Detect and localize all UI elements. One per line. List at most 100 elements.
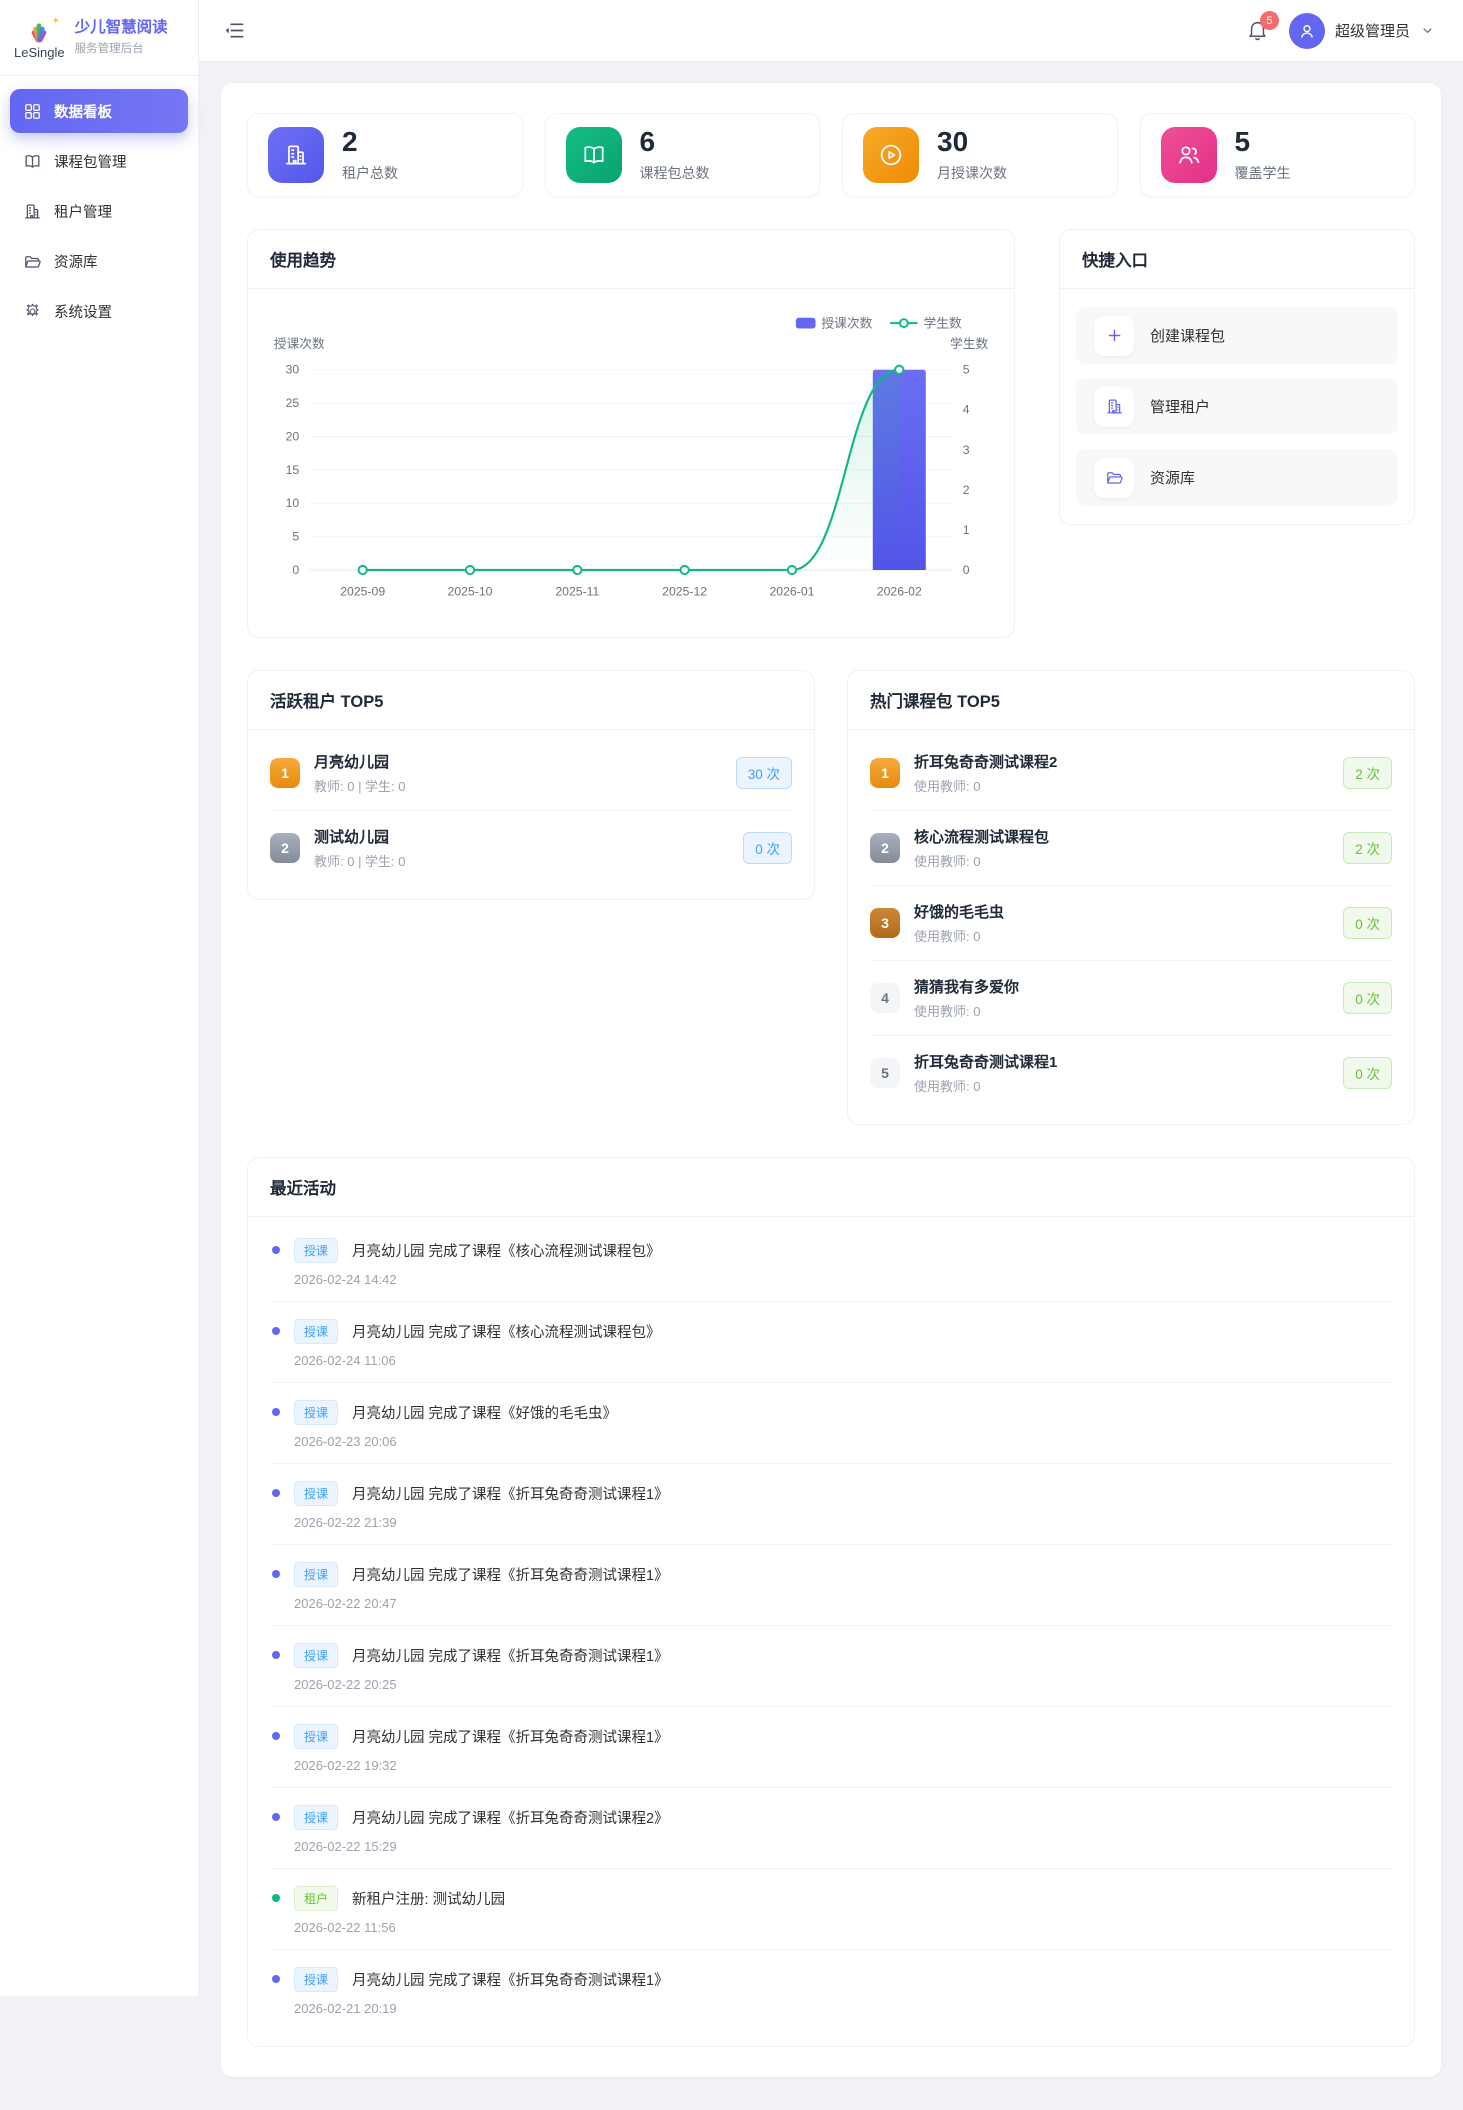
svg-text:2026-02: 2026-02 bbox=[877, 584, 922, 598]
svg-text:1: 1 bbox=[963, 523, 970, 537]
sidebar-item-gear[interactable]: 系统设置 bbox=[10, 289, 188, 333]
activity-text: 月亮幼儿园 完成了课程《折耳兔奇奇测试课程1》 bbox=[352, 1486, 669, 1503]
sidebar-item-book[interactable]: 课程包管理 bbox=[10, 139, 188, 183]
item-name: 核心流程测试课程包 bbox=[914, 828, 1050, 846]
rank-badge: 1 bbox=[270, 757, 300, 788]
activity-item: 授课 月亮幼儿园 完成了课程《折耳兔奇奇测试课程2》 2026-02-22 15:2… bbox=[270, 1788, 1392, 1869]
activity-dot bbox=[272, 1246, 280, 1255]
activity-dot bbox=[272, 1408, 280, 1417]
item-name: 折耳兔奇奇测试课程1 bbox=[914, 1053, 1058, 1071]
stat-value: 30 bbox=[937, 126, 969, 158]
quick-entry-item[interactable]: 创建课程包 bbox=[1076, 307, 1398, 364]
svg-text:5: 5 bbox=[292, 530, 299, 544]
sidebar-item-folder[interactable]: 资源库 bbox=[10, 239, 188, 283]
play-icon bbox=[863, 127, 919, 183]
activity-item: 租户 新租户注册: 测试幼儿园 2026-02-22 11:56 bbox=[270, 1869, 1392, 1950]
building-icon bbox=[23, 202, 42, 221]
rank-badge: 2 bbox=[870, 832, 900, 863]
rank-badge: 5 bbox=[870, 1057, 900, 1088]
activity-tag: 授课 bbox=[294, 1318, 339, 1344]
stat-label: 月授课次数 bbox=[937, 164, 1007, 181]
rank-badge: 3 bbox=[870, 907, 900, 938]
app-subtitle: 服务管理后台 bbox=[74, 43, 144, 56]
usage-trend-title: 使用趋势 bbox=[248, 230, 1014, 289]
activity-item: 授课 月亮幼儿园 完成了课程《折耳兔奇奇测试课程1》 2026-02-22 19:3… bbox=[270, 1707, 1392, 1788]
activity-dot bbox=[272, 1975, 280, 1984]
svg-text:20: 20 bbox=[286, 429, 300, 443]
list-item: 1 月亮幼儿园 教师: 0 | 学生: 0 30 次 bbox=[270, 736, 792, 811]
activity-text: 月亮幼儿园 完成了课程《核心流程测试课程包》 bbox=[352, 1324, 661, 1341]
sidebar-menu: 数据看板课程包管理租户管理资源库系统设置 bbox=[0, 76, 198, 352]
notification-badge: 5 bbox=[1259, 11, 1279, 30]
folder-icon bbox=[23, 252, 42, 271]
activity-text: 月亮幼儿园 完成了课程《折耳兔奇奇测试课程1》 bbox=[352, 1972, 669, 1989]
item-name: 月亮幼儿园 bbox=[314, 753, 390, 771]
active-tenants-list: 1 月亮幼儿园 教师: 0 | 学生: 0 30 次 2 测试幼儿园 教师: 0 | 学生:… bbox=[248, 730, 814, 899]
item-name: 猜猜我有多爱你 bbox=[914, 978, 1020, 996]
activity-dot bbox=[272, 1651, 280, 1660]
activity-text: 月亮幼儿园 完成了课程《好饿的毛毛虫》 bbox=[352, 1405, 618, 1422]
quick-entry-label: 创建课程包 bbox=[1150, 328, 1226, 345]
activity-text: 月亮幼儿园 完成了课程《核心流程测试课程包》 bbox=[352, 1243, 661, 1260]
svg-text:2025-10: 2025-10 bbox=[448, 584, 493, 598]
plus-icon bbox=[1094, 315, 1134, 356]
activity-item: 授课 月亮幼儿园 完成了课程《折耳兔奇奇测试课程1》 2026-02-22 21:3… bbox=[270, 1464, 1392, 1545]
sidebar-item-building[interactable]: 租户管理 bbox=[10, 189, 188, 233]
svg-text:授课次数: 授课次数 bbox=[821, 316, 872, 331]
activity-text: 月亮幼儿园 完成了课程《折耳兔奇奇测试课程1》 bbox=[352, 1648, 669, 1665]
quick-entry-item[interactable]: 资源库 bbox=[1076, 449, 1398, 506]
item-meta: 教师: 0 | 学生: 0 bbox=[314, 778, 406, 794]
logo-area: LeSingle 少儿智慧阅读 服务管理后台 bbox=[0, 0, 198, 76]
activity-item: 授课 月亮幼儿园 完成了课程《好饿的毛毛虫》 2026-02-23 20:06 bbox=[270, 1383, 1392, 1464]
sidebar-item-dashboard[interactable]: 数据看板 bbox=[10, 89, 188, 133]
activity-time: 2026-02-24 14:42 bbox=[294, 1271, 397, 1287]
count-badge: 0 次 bbox=[1343, 981, 1392, 1014]
usage-trend-chart: 0 5 10 15 20 25 30 0 1 2 3 4 5 授课次数 学生数 2025-09 2025-10 2… bbox=[248, 289, 1014, 637]
activity-time: 2026-02-21 20:19 bbox=[294, 2000, 397, 2016]
sidebar-item-label: 系统设置 bbox=[54, 304, 112, 321]
quick-entry-item[interactable]: 管理租户 bbox=[1076, 378, 1398, 435]
activity-tag: 授课 bbox=[294, 1804, 339, 1830]
activity-dot bbox=[272, 1489, 280, 1498]
sidebar-item-label: 租户管理 bbox=[54, 204, 112, 221]
count-badge: 2 次 bbox=[1343, 756, 1392, 789]
user-menu[interactable]: 超级管理员 bbox=[1288, 12, 1435, 49]
item-name: 测试幼儿园 bbox=[314, 828, 390, 846]
svg-text:2025-09: 2025-09 bbox=[340, 584, 385, 598]
logo: LeSingle bbox=[14, 16, 65, 60]
sidebar: LeSingle 少儿智慧阅读 服务管理后台 数据看板课程包管理租户管理资源库系… bbox=[0, 0, 199, 1996]
activity-text: 新租户注册: 测试幼儿园 bbox=[352, 1891, 506, 1908]
svg-text:学生数: 学生数 bbox=[923, 316, 961, 331]
activity-time: 2026-02-23 20:06 bbox=[294, 1433, 397, 1449]
stat-card: 2 租户总数 bbox=[247, 113, 523, 197]
activity-tag: 租户 bbox=[294, 1885, 339, 1911]
lesingle-logo-icon bbox=[31, 16, 60, 42]
logo-text: LeSingle bbox=[14, 44, 65, 60]
activity-tag: 授课 bbox=[294, 1561, 339, 1587]
activity-time: 2026-02-22 20:47 bbox=[294, 1595, 397, 1611]
activity-dot bbox=[272, 1894, 280, 1903]
activity-time: 2026-02-22 20:25 bbox=[294, 1676, 397, 1692]
svg-text:2025-12: 2025-12 bbox=[662, 584, 707, 598]
svg-text:25: 25 bbox=[286, 396, 300, 410]
svg-text:授课次数: 授课次数 bbox=[274, 336, 325, 351]
activity-time: 2026-02-24 11:06 bbox=[294, 1352, 396, 1368]
item-meta: 使用教师: 0 bbox=[914, 778, 981, 794]
activity-dot bbox=[272, 1813, 280, 1822]
users-icon bbox=[1160, 127, 1217, 183]
sidebar-fold-icon[interactable] bbox=[223, 19, 246, 42]
rank-badge: 1 bbox=[870, 757, 900, 788]
item-name: 好饿的毛毛虫 bbox=[914, 903, 1005, 921]
activity-dot bbox=[272, 1327, 280, 1336]
gear-icon bbox=[23, 302, 42, 321]
hot-packages-title: 热门课程包 TOP5 bbox=[848, 671, 1414, 730]
activity-dot bbox=[272, 1732, 280, 1741]
usage-trend-panel: 使用趋势 0 5 10 15 20 25 30 0 1 2 3 4 5 授课次数 学生数 2025-09 202… bbox=[247, 229, 1015, 638]
svg-text:2026-01: 2026-01 bbox=[769, 584, 814, 598]
stats-row: 2 租户总数 6 课程包总数 30 月授课次数 5 覆盖学生 bbox=[247, 113, 1415, 197]
item-meta: 使用教师: 0 bbox=[914, 1078, 981, 1094]
activity-text: 月亮幼儿园 完成了课程《折耳兔奇奇测试课程1》 bbox=[352, 1729, 669, 1746]
folder-icon bbox=[1094, 457, 1134, 498]
notification-bell-icon[interactable]: 5 bbox=[1246, 11, 1279, 42]
active-tenants-panel: 活跃租户 TOP5 1 月亮幼儿园 教师: 0 | 学生: 0 30 次 2 测试幼儿园教… bbox=[247, 669, 815, 900]
